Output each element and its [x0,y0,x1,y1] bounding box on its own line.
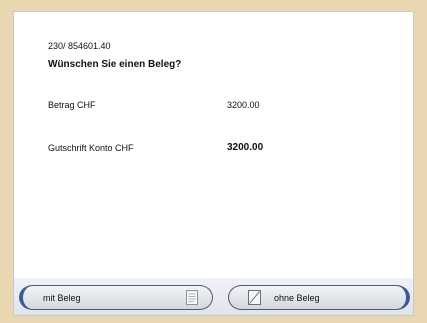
action-bar: mit Beleg ohne Beleg [14,278,413,315]
without-receipt-label: ohne Beleg [274,292,320,303]
no-receipt-icon [248,290,261,305]
without-receipt-button[interactable]: ohne Beleg [228,285,410,310]
credit-account-value: 3200.00 [227,142,264,153]
amount-value: 3200.00 [227,100,260,110]
with-receipt-label: mit Beleg [43,292,81,303]
with-receipt-button[interactable]: mit Beleg [19,285,213,310]
atm-screen: 230/ 854601.40 Wünschen Sie einen Beleg?… [13,11,414,316]
transaction-reference: 230/ 854601.40 [48,41,111,51]
receipt-document-icon [186,290,198,305]
credit-account-label: Gutschrift Konto CHF [48,143,134,153]
receipt-question: Wünschen Sie einen Beleg? [48,59,182,70]
amount-label: Betrag CHF [48,100,96,110]
